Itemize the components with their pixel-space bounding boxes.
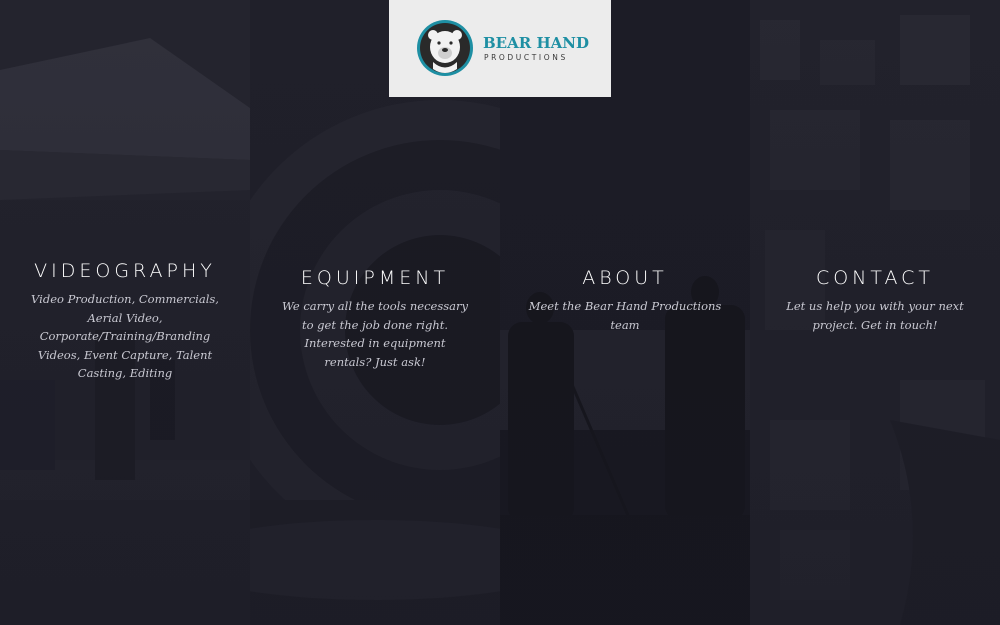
panel-title: VIDEOGRAPHY (34, 260, 216, 282)
site-logo[interactable]: BEAR HAND PRODUCTIONS (389, 0, 611, 97)
panel-content: EQUIPMENT We carry all the tools necessa… (250, 267, 500, 371)
panel-title: CONTACT (815, 267, 935, 289)
panel-content: CONTACT Let us help you with your next p… (750, 267, 1000, 334)
panel-description: Video Production, Commercials, Aerial Vi… (31, 292, 219, 380)
panel-title: EQUIPMENT (300, 267, 450, 289)
panel-content: VIDEOGRAPHY Video Production, Commercial… (0, 260, 250, 383)
panel-content: ABOUT Meet the Bear Hand Productions tea… (500, 267, 750, 334)
bear-icon (417, 20, 473, 76)
panel-videography[interactable]: VIDEOGRAPHY Video Production, Commercial… (0, 0, 250, 625)
panel-description: Meet the Bear Hand Productions team (528, 299, 722, 332)
panel-contact[interactable]: CONTACT Let us help you with your next p… (750, 0, 1000, 625)
panel-title: ABOUT (582, 267, 668, 289)
panel-description: We carry all the tools necessary to get … (282, 299, 468, 369)
panel-description: Let us help you with your next project. … (786, 299, 964, 332)
logo-subtitle: PRODUCTIONS (484, 53, 568, 62)
logo-name: BEAR HAND (483, 34, 589, 52)
